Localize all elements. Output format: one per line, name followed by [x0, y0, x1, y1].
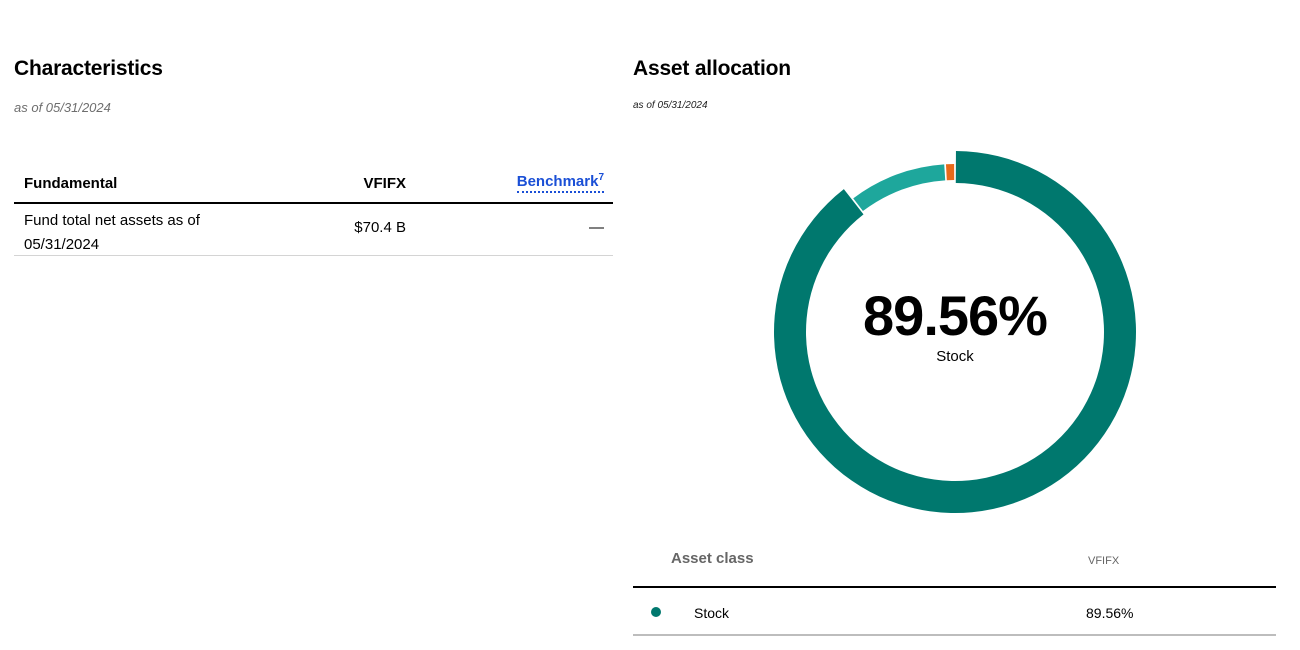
table-row: Fund total net assets as of 05/31/2024 $… — [14, 204, 613, 256]
asset-allocation-table: Asset class VFIFX Stock 89.56% — [633, 540, 1276, 636]
benchmark-link-label: Benchmark — [516, 173, 599, 190]
donut-center-value: 89.56% — [863, 284, 1048, 347]
asset-allocation-donut-chart: 89.56% Stock — [773, 150, 1137, 514]
header-fund-ticker: VFIFX — [1088, 555, 1120, 567]
asset-allocation-title: Asset allocation — [633, 57, 791, 80]
row-asset-class-name: Stock — [694, 605, 730, 621]
benchmark-link[interactable]: Benchmark7 — [516, 172, 604, 193]
row-benchmark-value: — — [589, 219, 604, 236]
asset-allocation-as-of: as of 05/31/2024 — [633, 100, 708, 111]
asset-allocation-table-header: Asset class VFIFX — [633, 540, 1276, 588]
table-row: Stock 89.56% — [633, 588, 1276, 636]
stock-legend-dot-icon — [651, 607, 661, 617]
characteristics-table-header: Fundamental VFIFX Benchmark7 — [14, 168, 613, 204]
row-label-total-net-assets: Fund total net assets as of 05/31/2024 — [24, 212, 200, 253]
characteristics-title: Characteristics — [14, 57, 163, 80]
donut-center: 89.56% Stock — [773, 150, 1137, 514]
row-asset-class-value: 89.56% — [1086, 605, 1134, 621]
header-fundamental: Fundamental — [24, 175, 118, 192]
benchmark-footnote: 7 — [598, 172, 604, 183]
row-fund-value: $70.4 B — [354, 219, 406, 236]
header-asset-class: Asset class — [671, 550, 754, 567]
characteristics-as-of: as of 05/31/2024 — [14, 100, 111, 115]
donut-center-label: Stock — [936, 348, 974, 365]
header-fund-ticker: VFIFX — [363, 175, 406, 192]
characteristics-table: Fundamental VFIFX Benchmark7 Fund total … — [14, 168, 613, 256]
